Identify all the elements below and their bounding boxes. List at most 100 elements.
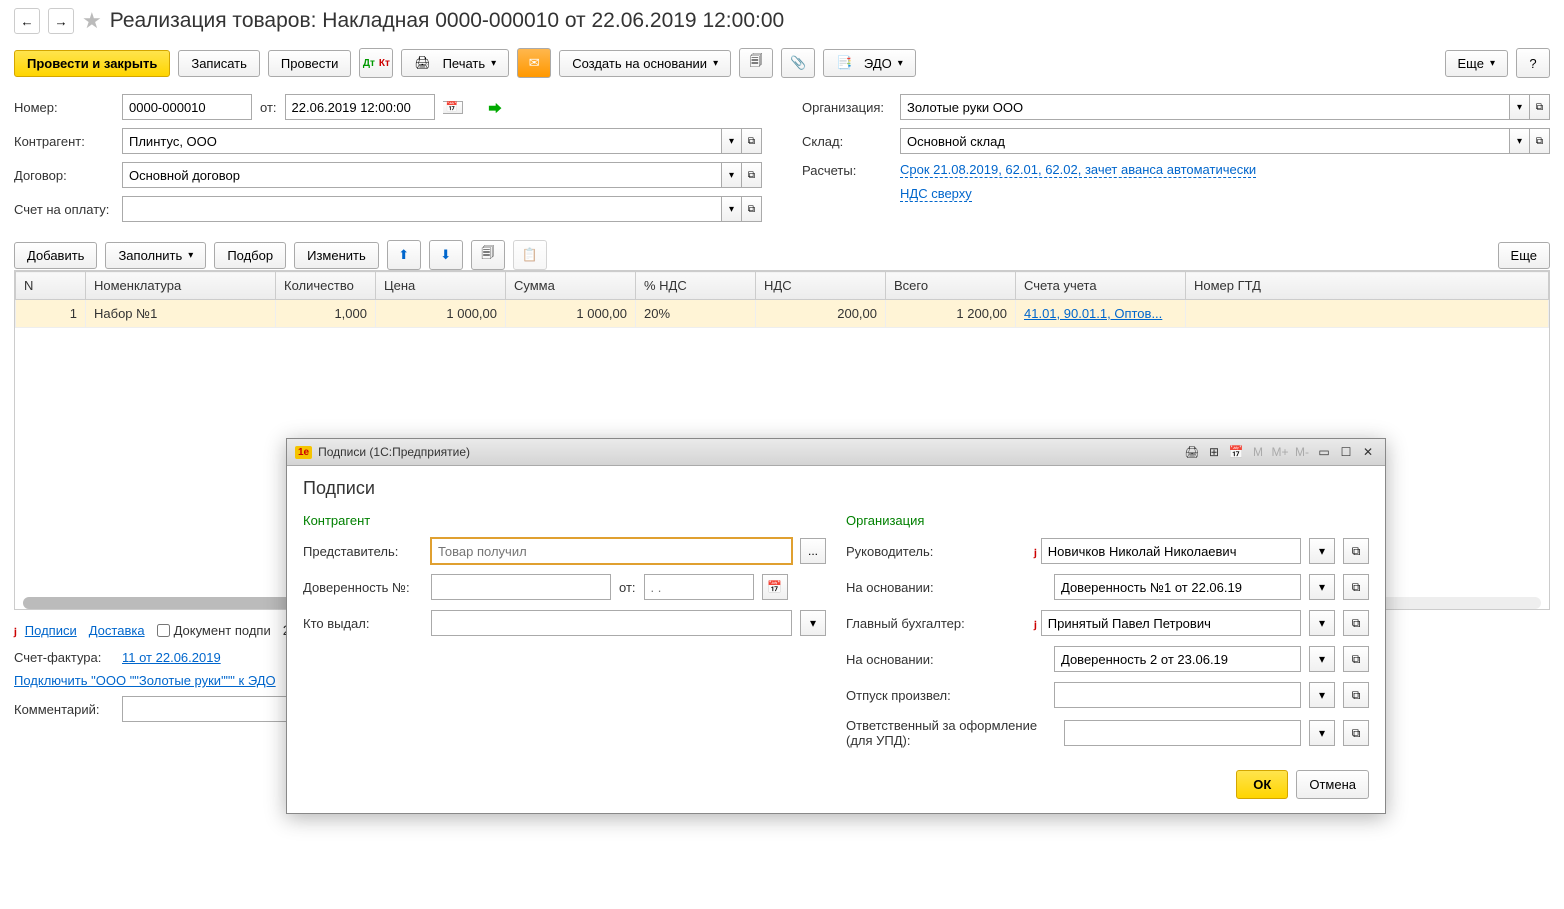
dropdown-icon[interactable]: ▾	[1309, 538, 1335, 564]
schet-oplatu-input[interactable]	[122, 196, 722, 222]
table-row[interactable]: 1 Набор №1 1,000 1 000,00 1 000,00 20% 2…	[16, 300, 1549, 328]
col-n[interactable]: N	[16, 272, 86, 300]
col-nomen[interactable]: Номенклатура	[86, 272, 276, 300]
col-ndspct[interactable]: % НДС	[636, 272, 756, 300]
dropdown-icon[interactable]: ▾	[1309, 574, 1335, 600]
print-icon[interactable]: 🖨	[1183, 443, 1201, 461]
attach-button[interactable]: 📎	[781, 48, 815, 78]
otvetstvenny-label: Ответственный за оформление (для УПД):	[846, 718, 1056, 748]
table-esche-button[interactable]: Еще	[1498, 242, 1550, 269]
zapisat-button[interactable]: Записать	[178, 50, 260, 77]
ot-label: от:	[260, 100, 277, 115]
nomer-input[interactable]	[122, 94, 252, 120]
dostavka-link[interactable]: Доставка	[89, 623, 145, 638]
kontragent-input[interactable]	[122, 128, 722, 154]
related-button[interactable]: 🗐	[739, 48, 773, 78]
sozdat-na-osnovanii-button[interactable]: Создать на основании▾	[559, 50, 731, 77]
doc-signed-checkbox[interactable]	[157, 624, 170, 637]
otvetstvenny-input[interactable]	[1064, 720, 1301, 746]
ot-input[interactable]	[285, 94, 435, 120]
pechat-button[interactable]: 🖨 Печать▾	[401, 49, 509, 77]
dropdown-icon[interactable]: ▾	[722, 196, 742, 222]
col-scheta[interactable]: Счета учета	[1016, 272, 1186, 300]
izmenit-button[interactable]: Изменить	[294, 242, 379, 269]
help-button[interactable]: ?	[1516, 48, 1550, 78]
na-osnovanii1-input[interactable]	[1054, 574, 1301, 600]
schet-faktura-link[interactable]: 11 от 22.06.2019	[122, 650, 221, 665]
move-down-button[interactable]: ⬇	[429, 240, 463, 270]
rukovoditel-input[interactable]	[1041, 538, 1301, 564]
open-icon[interactable]: ⧉	[1530, 94, 1550, 120]
doverennost-no-input[interactable]	[431, 574, 611, 600]
open-icon[interactable]: ⧉	[1343, 646, 1369, 672]
otmena-button[interactable]: Отмена	[1296, 770, 1369, 799]
provesti-zakryt-button[interactable]: Провести и закрыть	[14, 50, 170, 77]
doverennost-date-input[interactable]	[644, 574, 754, 600]
dialog-titlebar[interactable]: 1e Подписи (1С:Предприятие) 🖨 ⊞ 📅 M M+ M…	[287, 439, 1385, 466]
minimize-icon[interactable]: ▭	[1315, 443, 1333, 461]
mail-button[interactable]: ✉	[517, 48, 551, 78]
open-icon[interactable]: ⧉	[1343, 682, 1369, 708]
predstavitel-input[interactable]	[431, 538, 792, 564]
nav-back-button[interactable]: ←	[14, 8, 40, 34]
podkluchit-edo-link[interactable]: Подключить "ООО ""Золотые руки""" к ЭДО	[14, 673, 276, 688]
page-title: Реализация товаров: Накладная 0000-00001…	[110, 9, 784, 33]
col-cena[interactable]: Цена	[376, 272, 506, 300]
col-kol[interactable]: Количество	[276, 272, 376, 300]
organizatsiya-input[interactable]	[900, 94, 1510, 120]
kto-vydal-input[interactable]	[431, 610, 792, 636]
dropdown-icon[interactable]: ▾	[1309, 610, 1335, 636]
dropdown-icon[interactable]: ▾	[1309, 646, 1335, 672]
open-icon[interactable]: ⧉	[1343, 574, 1369, 600]
dropdown-icon[interactable]: ▾	[1510, 94, 1530, 120]
dropdown-icon[interactable]: ▾	[800, 610, 826, 636]
dropdown-icon[interactable]: ▾	[1309, 682, 1335, 708]
dobavit-button[interactable]: Добавить	[14, 242, 97, 269]
open-icon[interactable]: ⧉	[742, 128, 762, 154]
calendar-icon[interactable]: 📅	[762, 574, 788, 600]
dropdown-icon[interactable]: ▾	[1309, 720, 1335, 746]
otpusk-input[interactable]	[1054, 682, 1301, 708]
close-icon[interactable]: ✕	[1359, 443, 1377, 461]
favorite-star-icon[interactable]: ★	[82, 8, 102, 34]
na-osnovanii2-input[interactable]	[1054, 646, 1301, 672]
dropdown-icon[interactable]: ▾	[722, 128, 742, 154]
browse-button[interactable]: ...	[800, 538, 826, 564]
calc-icon[interactable]: ⊞	[1205, 443, 1223, 461]
dropdown-icon[interactable]: ▾	[722, 162, 742, 188]
edo-button[interactable]: 📑 ЭДО▾	[823, 49, 916, 77]
copy-button[interactable]: 🗐	[471, 240, 505, 270]
col-nds[interactable]: НДС	[756, 272, 886, 300]
ok-button[interactable]: ОК	[1236, 770, 1288, 799]
sklad-input[interactable]	[900, 128, 1510, 154]
col-summa[interactable]: Сумма	[506, 272, 636, 300]
dogovor-input[interactable]	[122, 162, 722, 188]
dropdown-icon[interactable]: ▾	[1510, 128, 1530, 154]
open-icon[interactable]: ⧉	[1343, 538, 1369, 564]
provesti-button[interactable]: Провести	[268, 50, 352, 77]
scheta-link[interactable]: 41.01, 90.01.1, Оптов...	[1024, 306, 1162, 321]
paste-button[interactable]: 📋	[513, 240, 547, 270]
podpisi-link[interactable]: Подписи	[25, 623, 77, 638]
open-icon[interactable]: ⧉	[1530, 128, 1550, 154]
zapolnit-button[interactable]: Заполнить▾	[105, 242, 206, 269]
calendar-31-icon[interactable]: 📅	[1227, 443, 1245, 461]
esche-button[interactable]: Еще▾	[1445, 50, 1508, 77]
open-icon[interactable]: ⧉	[742, 196, 762, 222]
glav-buh-input[interactable]	[1041, 610, 1301, 636]
calendar-icon[interactable]: 📅	[443, 101, 463, 114]
col-gtd[interactable]: Номер ГТД	[1186, 272, 1549, 300]
open-icon[interactable]: ⧉	[1343, 720, 1369, 746]
kontragent-section-title: Контрагент	[303, 513, 826, 528]
dt-kt-button[interactable]: ДтКт	[359, 48, 393, 78]
col-vsego[interactable]: Всего	[886, 272, 1016, 300]
open-icon[interactable]: ⧉	[742, 162, 762, 188]
nds-link[interactable]: НДС сверху	[900, 186, 972, 202]
raschety-link[interactable]: Срок 21.08.2019, 62.01, 62.02, зачет ава…	[900, 162, 1256, 178]
move-up-button[interactable]: ⬆	[387, 240, 421, 270]
nomer-label: Номер:	[14, 100, 114, 115]
maximize-icon[interactable]: ☐	[1337, 443, 1355, 461]
podbor-button[interactable]: Подбор	[214, 242, 286, 269]
open-icon[interactable]: ⧉	[1343, 610, 1369, 636]
nav-forward-button[interactable]: →	[48, 8, 74, 34]
